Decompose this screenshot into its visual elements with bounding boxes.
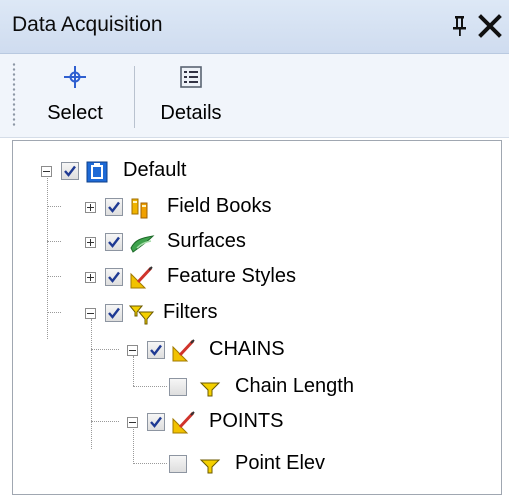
details-icon xyxy=(180,66,202,88)
close-icon[interactable] xyxy=(476,12,504,40)
tree-node-label: Chain Length xyxy=(235,375,354,397)
feature-styles-icon xyxy=(130,266,153,289)
feature-styles-icon xyxy=(172,411,195,434)
tree-checkbox[interactable] xyxy=(105,233,123,251)
details-button-label: Details xyxy=(160,102,222,124)
checkmark-icon xyxy=(150,344,162,356)
panel-title-bar: Data Acquisition xyxy=(0,0,509,54)
tree-node-label: Filters xyxy=(163,301,218,323)
checkmark-icon xyxy=(150,416,162,428)
expand-toggle[interactable] xyxy=(85,202,96,213)
tree-node-field-books[interactable]: Field Books xyxy=(13,191,343,223)
feature-styles-icon xyxy=(172,339,195,362)
tree-checkbox[interactable] xyxy=(147,413,165,431)
expand-toggle[interactable] xyxy=(85,272,96,283)
tree-checkbox[interactable] xyxy=(147,341,165,359)
tree-checkbox[interactable] xyxy=(169,455,187,473)
checkmark-icon xyxy=(108,271,120,283)
select-button[interactable]: Select xyxy=(30,60,120,132)
collapse-toggle[interactable] xyxy=(127,417,138,428)
checkmark-icon xyxy=(108,236,120,248)
tree-node-label: Field Books xyxy=(167,195,272,217)
expand-toggle[interactable] xyxy=(85,237,96,248)
filter-icon xyxy=(199,382,221,397)
data-tree[interactable]: Default Field Books Surfaces Feature Sty… xyxy=(12,140,502,495)
tree-checkbox[interactable] xyxy=(169,378,187,396)
tree-node-surfaces[interactable]: Surfaces xyxy=(13,226,343,258)
select-button-label: Select xyxy=(47,102,103,124)
tree-node-chain-length[interactable]: Chain Length xyxy=(13,371,453,403)
field-books-icon xyxy=(131,198,148,219)
tree-node-feature-styles[interactable]: Feature Styles xyxy=(13,261,353,293)
filter-icon xyxy=(129,305,155,325)
database-icon xyxy=(86,161,108,183)
tree-node-label: Feature Styles xyxy=(167,265,296,287)
filter-icon xyxy=(199,459,221,474)
checkmark-icon xyxy=(108,307,120,319)
surfaces-icon xyxy=(130,235,155,253)
tree-node-label: Surfaces xyxy=(167,230,246,252)
tree-checkbox[interactable] xyxy=(105,304,123,322)
panel-title: Data Acquisition xyxy=(12,13,163,36)
toolbar-separator xyxy=(134,66,135,128)
collapse-toggle[interactable] xyxy=(41,166,52,177)
toolbar: Select Details xyxy=(0,54,509,138)
tree-checkbox[interactable] xyxy=(61,162,79,180)
tree-node-chains[interactable]: CHAINS xyxy=(13,334,353,366)
tree-node-filters[interactable]: Filters xyxy=(13,297,313,329)
checkmark-icon xyxy=(64,165,76,177)
checkmark-icon xyxy=(108,201,120,213)
details-button[interactable]: Details xyxy=(146,60,236,132)
tree-node-label: CHAINS xyxy=(209,338,285,360)
tree-node-label: Point Elev xyxy=(235,452,326,474)
tree-checkbox[interactable] xyxy=(105,268,123,286)
tree-checkbox[interactable] xyxy=(105,198,123,216)
tree-node-default[interactable]: Default xyxy=(13,155,313,187)
collapse-toggle[interactable] xyxy=(127,345,138,356)
tree-node-points[interactable]: POINTS xyxy=(13,406,353,438)
tree-node-label: Default xyxy=(123,159,187,181)
toolbar-grip[interactable] xyxy=(12,62,16,128)
tree-node-label: POINTS xyxy=(209,410,284,432)
collapse-toggle[interactable] xyxy=(85,308,96,319)
pin-icon[interactable] xyxy=(450,11,470,39)
tree-node-point-elev[interactable]: Point Elev xyxy=(13,448,433,480)
crosshair-icon xyxy=(64,66,86,88)
